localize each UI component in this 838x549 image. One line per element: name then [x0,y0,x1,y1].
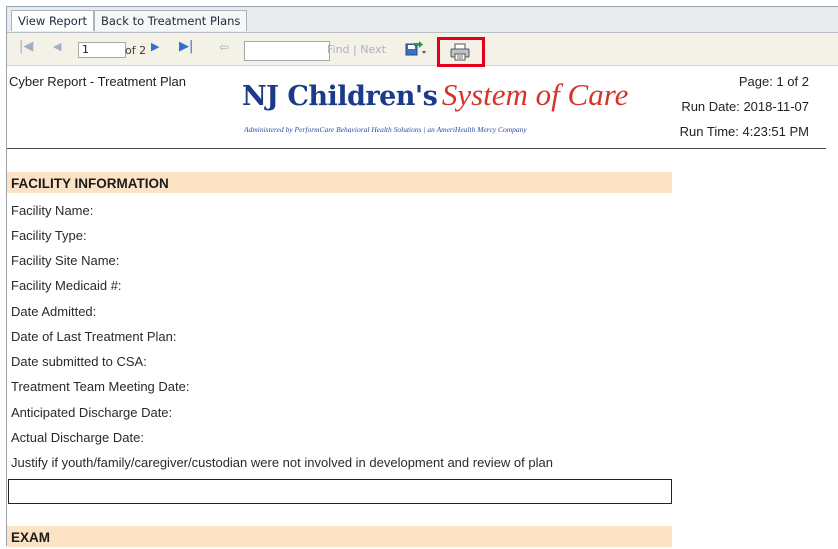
brand-script-text: System of Care [441,77,629,112]
next-page-icon[interactable]: ▶ [151,40,159,53]
field-justify-involvement: Justify if youth/family/caregiver/custod… [11,455,553,470]
brand-logo: NJ Children's System of Care [242,77,628,113]
export-icon[interactable] [405,41,426,57]
first-page-icon[interactable]: |◀ [19,39,33,54]
run-date: Run Date: 2018-11-07 [681,99,809,114]
justification-text-box [8,479,672,504]
header-divider [7,148,826,149]
next-link[interactable]: Next [360,43,386,56]
field-date-last-treatment-plan: Date of Last Treatment Plan: [11,329,177,344]
brand-main-text: NJ Children's [242,81,438,112]
field-facility-site-name: Facility Site Name: [11,253,120,268]
exam-section-heading: EXAM [7,526,672,547]
report-toolbar: |◀ ◀ of 2 ▶ ▶| ⇦ Find | Next [7,33,838,66]
tab-back-to-treatment-plans[interactable]: Back to Treatment Plans [94,10,248,31]
report-viewer: View Report Back to Treatment Plans |◀ ◀… [0,0,838,547]
field-date-admitted: Date Admitted: [11,304,97,319]
page-indicator: Page: 1 of 2 [738,74,809,89]
field-treatment-team-meeting-date: Treatment Team Meeting Date: [11,379,190,394]
field-facility-medicaid: Facility Medicaid #: [11,278,122,293]
find-separator: | [353,43,357,56]
tab-view-report[interactable]: View Report [11,10,95,31]
page-number-input[interactable] [78,42,126,58]
back-icon[interactable]: ⇦ [219,40,229,54]
find-link[interactable]: Find [327,43,350,56]
print-icon[interactable] [449,43,471,61]
last-page-icon[interactable]: ▶| [179,39,193,54]
run-time: Run Time: 4:23:51 PM [679,124,809,139]
field-actual-discharge-date: Actual Discharge Date: [11,430,144,445]
tab-bar: View Report Back to Treatment Plans [7,7,838,33]
find-input[interactable] [244,41,330,61]
report-title: Cyber Report - Treatment Plan [9,74,187,89]
field-date-submitted-csa: Date submitted to CSA: [11,354,147,369]
field-anticipated-discharge-date: Anticipated Discharge Date: [11,405,173,420]
page-count-label: of 2 [125,44,147,57]
field-facility-type: Facility Type: [11,228,87,243]
find-links: Find | Next [327,43,386,56]
prev-page-icon[interactable]: ◀ [53,40,61,53]
field-facility-name: Facility Name: [11,203,94,218]
frame-border [6,6,7,546]
brand-subtitle: Administered by PerformCare Behavioral H… [244,125,527,134]
facility-section-heading: FACILITY INFORMATION [7,172,672,193]
